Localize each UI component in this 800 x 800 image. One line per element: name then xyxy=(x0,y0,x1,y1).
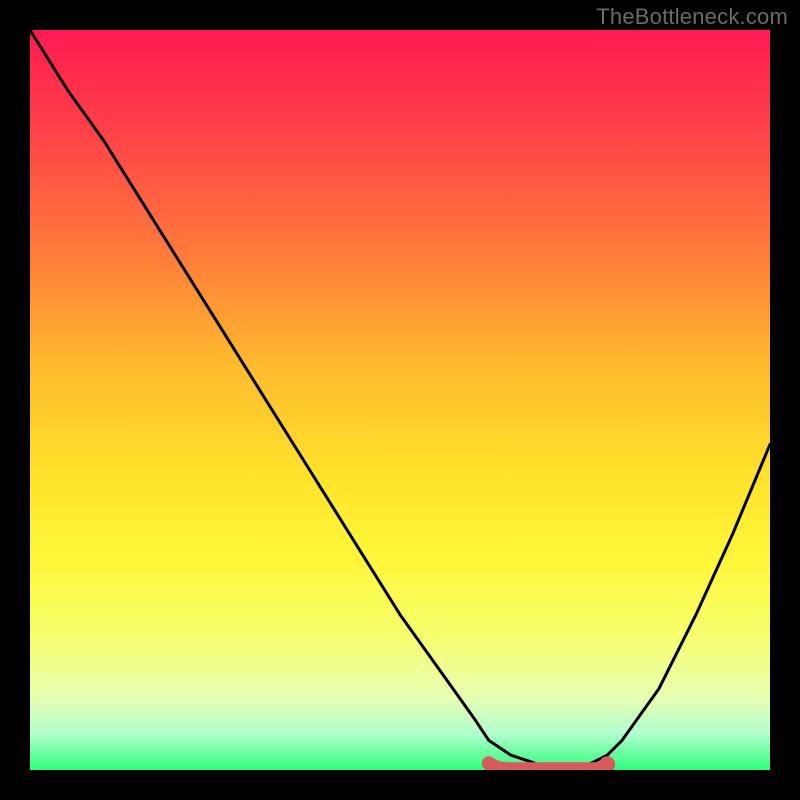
watermark-text: TheBottleneck.com xyxy=(596,4,788,30)
plot-area xyxy=(30,30,770,770)
heat-gradient-background xyxy=(30,30,770,770)
chart-frame: TheBottleneck.com xyxy=(0,0,800,800)
